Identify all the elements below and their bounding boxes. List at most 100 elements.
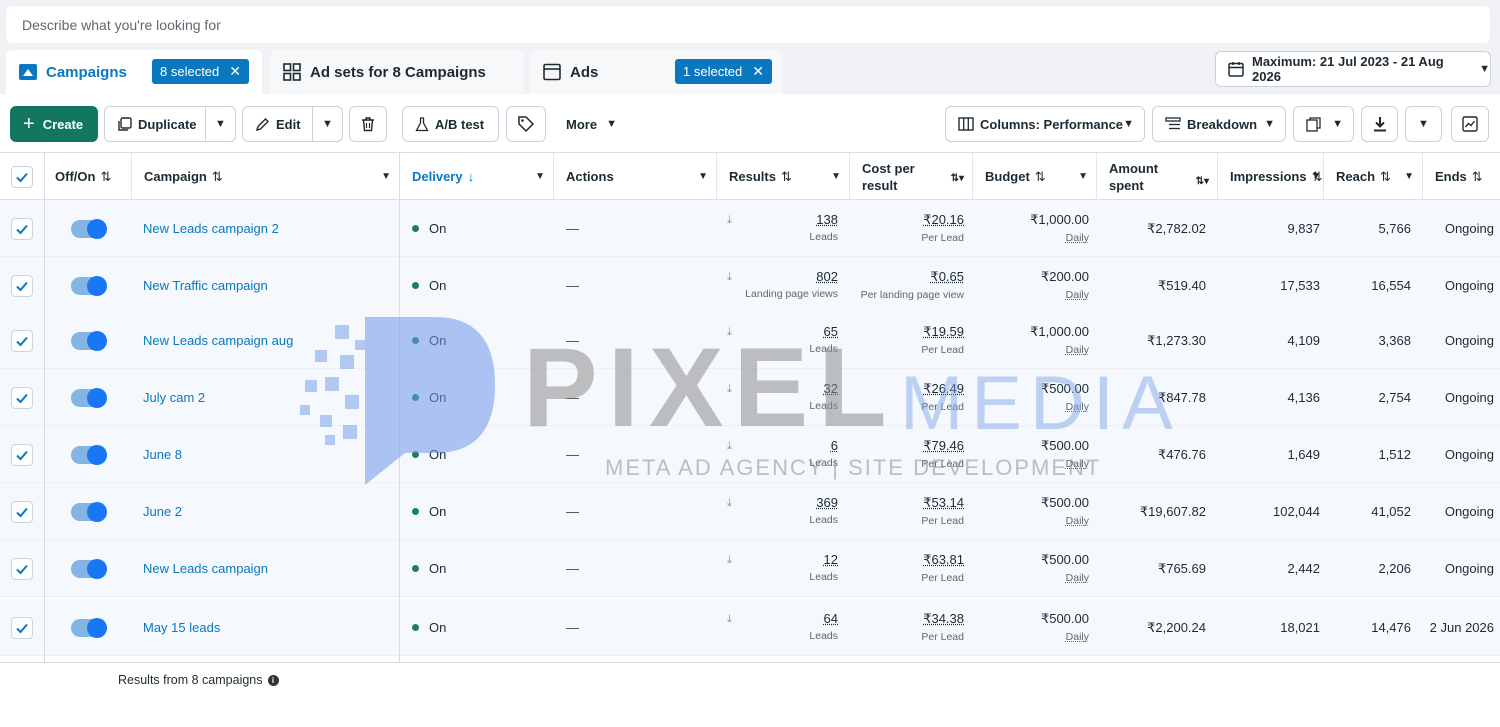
cost-value[interactable]: ₹63.81: [921, 552, 964, 568]
cost-value[interactable]: ₹26.49: [921, 381, 964, 397]
column-header-ends[interactable]: Ends ⇅: [1423, 153, 1500, 200]
select-all-checkbox[interactable]: [11, 165, 33, 188]
column-menu-icon[interactable]: ▼: [698, 171, 708, 182]
ads-selected-badge[interactable]: 1 selected ✕: [675, 59, 772, 84]
column-menu-icon[interactable]: ▼: [535, 171, 545, 182]
campaign-name-link[interactable]: June 8: [143, 426, 182, 483]
campaign-name-link[interactable]: June 2: [143, 483, 182, 540]
column-menu-icon[interactable]: ▼: [381, 171, 391, 182]
campaign-name-link[interactable]: New Leads campaign aug: [143, 312, 293, 369]
campaign-name-link[interactable]: May 15 leads: [143, 599, 220, 656]
sort-menu-icon[interactable]: ⇅▾: [951, 170, 964, 187]
edit-button[interactable]: Edit ▼: [242, 106, 343, 142]
download-icon[interactable]: ⤓: [727, 440, 732, 453]
column-header-cost[interactable]: Cost per result ⇅▾: [850, 153, 973, 200]
budget-value[interactable]: ₹200.00: [1041, 269, 1089, 285]
reports-button[interactable]: ▼: [1293, 106, 1354, 142]
column-header-offon[interactable]: Off/On ⇅: [45, 153, 132, 200]
campaign-toggle[interactable]: [71, 501, 107, 522]
table-row[interactable]: May 15 leads On — ⤓ 64 Leads ₹34.38 Per …: [0, 599, 1500, 656]
table-row[interactable]: June 8 On — ⤓ 6 Leads ₹79.46 Per Lead ₹5…: [0, 426, 1500, 483]
results-value[interactable]: 138: [809, 212, 838, 227]
download-icon[interactable]: ⤓: [727, 613, 732, 626]
column-header-actions[interactable]: Actions ▼: [554, 153, 717, 200]
campaign-name-link[interactable]: New Leads campaign 2: [143, 200, 279, 257]
campaign-toggle[interactable]: [71, 444, 107, 465]
column-header-amount-spent[interactable]: Amount spent ⇅▾: [1097, 153, 1218, 200]
cost-value[interactable]: ₹53.14: [921, 495, 964, 511]
column-menu-icon[interactable]: ▼: [1404, 171, 1414, 182]
search-input[interactable]: Describe what you're looking for: [6, 6, 1490, 43]
table-row[interactable]: New Leads campaign 2 On — ⤓ 138 Leads ₹2…: [0, 200, 1500, 257]
results-value[interactable]: 6: [809, 438, 838, 453]
cost-value[interactable]: ₹20.16: [921, 212, 964, 228]
budget-value[interactable]: ₹500.00: [1041, 381, 1089, 397]
campaign-toggle[interactable]: [71, 558, 107, 579]
download-icon[interactable]: ⤓: [727, 326, 732, 339]
results-value[interactable]: 369: [809, 495, 838, 510]
ab-test-button[interactable]: A/B test: [402, 106, 499, 142]
download-icon[interactable]: ⤓: [727, 271, 732, 284]
more-button[interactable]: More ▼: [555, 106, 625, 142]
column-header-results[interactable]: Results ⇅ ▼: [717, 153, 850, 200]
budget-value[interactable]: ₹1,000.00: [1030, 324, 1089, 340]
column-header-campaign[interactable]: Campaign ⇅ ▼: [132, 153, 400, 200]
charts-button[interactable]: [1451, 106, 1489, 142]
column-header-budget[interactable]: Budget ⇅ ▼: [973, 153, 1097, 200]
column-menu-icon[interactable]: ▼: [1078, 171, 1088, 182]
duplicate-dropdown-icon[interactable]: ▼: [205, 107, 235, 141]
table-row[interactable]: New Leads campaign On — ⤓ 12 Leads ₹63.8…: [0, 540, 1500, 597]
clear-ads-selection-icon[interactable]: ✕: [752, 63, 764, 80]
table-row[interactable]: New Traffic campaign On — ⤓ 802 Landing …: [0, 257, 1500, 314]
cost-value[interactable]: ₹19.59: [921, 324, 964, 340]
download-icon[interactable]: ⤓: [727, 214, 732, 227]
tag-button[interactable]: [506, 106, 546, 142]
edit-dropdown-icon[interactable]: ▼: [312, 107, 342, 141]
campaign-toggle[interactable]: [71, 275, 107, 296]
columns-button[interactable]: Columns: Performance ▼: [945, 106, 1145, 142]
campaign-name-link[interactable]: New Leads campaign: [143, 540, 268, 597]
export-dropdown[interactable]: ▼: [1405, 106, 1442, 142]
results-value[interactable]: 65: [809, 324, 838, 339]
cost-value[interactable]: ₹0.65: [861, 269, 964, 285]
cost-value[interactable]: ₹34.38: [921, 611, 964, 627]
budget-value[interactable]: ₹500.00: [1041, 552, 1089, 568]
export-button[interactable]: [1361, 106, 1398, 142]
table-row[interactable]: June 2 On — ⤓ 369 Leads ₹53.14 Per Lead …: [0, 483, 1500, 540]
budget-value[interactable]: ₹500.00: [1041, 495, 1089, 511]
campaign-toggle[interactable]: [71, 218, 107, 239]
campaign-toggle[interactable]: [71, 330, 107, 351]
cost-value[interactable]: ₹79.46: [921, 438, 964, 454]
column-header-reach[interactable]: Reach ⇅ ▼: [1324, 153, 1423, 200]
sort-menu-icon[interactable]: ⇅▾: [1196, 173, 1209, 190]
duplicate-button[interactable]: Duplicate ▼: [104, 106, 236, 142]
campaign-name-link[interactable]: July cam 2: [143, 369, 205, 426]
column-header-impressions[interactable]: Impressions ⇅ ▼: [1218, 153, 1324, 200]
campaign-toggle[interactable]: [71, 387, 107, 408]
create-button[interactable]: + Create: [10, 106, 98, 142]
table-row[interactable]: New Leads campaign aug On — ⤓ 65 Leads ₹…: [0, 312, 1500, 369]
download-icon[interactable]: ⤓: [727, 497, 732, 510]
campaign-name-link[interactable]: New Traffic campaign: [143, 257, 268, 314]
budget-value[interactable]: ₹1,000.00: [1030, 212, 1089, 228]
table-row[interactable]: July cam 2 On — ⤓ 32 Leads ₹26.49 Per Le…: [0, 369, 1500, 426]
tab-campaigns[interactable]: Campaigns 8 selected ✕: [6, 50, 262, 94]
campaigns-selected-badge[interactable]: 8 selected ✕: [152, 59, 249, 84]
tab-adsets[interactable]: Ad sets for 8 Campaigns: [270, 50, 524, 94]
date-range-picker[interactable]: Maximum: 21 Jul 2023 - 21 Aug 2026 ▼: [1215, 51, 1491, 87]
column-menu-icon[interactable]: ▼: [1311, 171, 1321, 182]
campaign-toggle[interactable]: [71, 617, 107, 638]
budget-value[interactable]: ₹500.00: [1041, 611, 1089, 627]
column-header-delivery[interactable]: Delivery ↓ ▼: [400, 153, 554, 200]
column-menu-icon[interactable]: ▼: [831, 171, 841, 182]
results-value[interactable]: 64: [809, 611, 838, 626]
delete-button[interactable]: [349, 106, 387, 142]
results-value[interactable]: 32: [809, 381, 838, 396]
breakdown-button[interactable]: Breakdown ▼: [1152, 106, 1286, 142]
download-icon[interactable]: ⤓: [727, 383, 732, 396]
budget-value[interactable]: ₹500.00: [1041, 438, 1089, 454]
info-icon[interactable]: i: [267, 674, 279, 686]
tab-ads[interactable]: Ads 1 selected ✕: [530, 50, 782, 94]
results-value[interactable]: 802: [745, 269, 838, 284]
download-icon[interactable]: ⤓: [727, 554, 732, 567]
